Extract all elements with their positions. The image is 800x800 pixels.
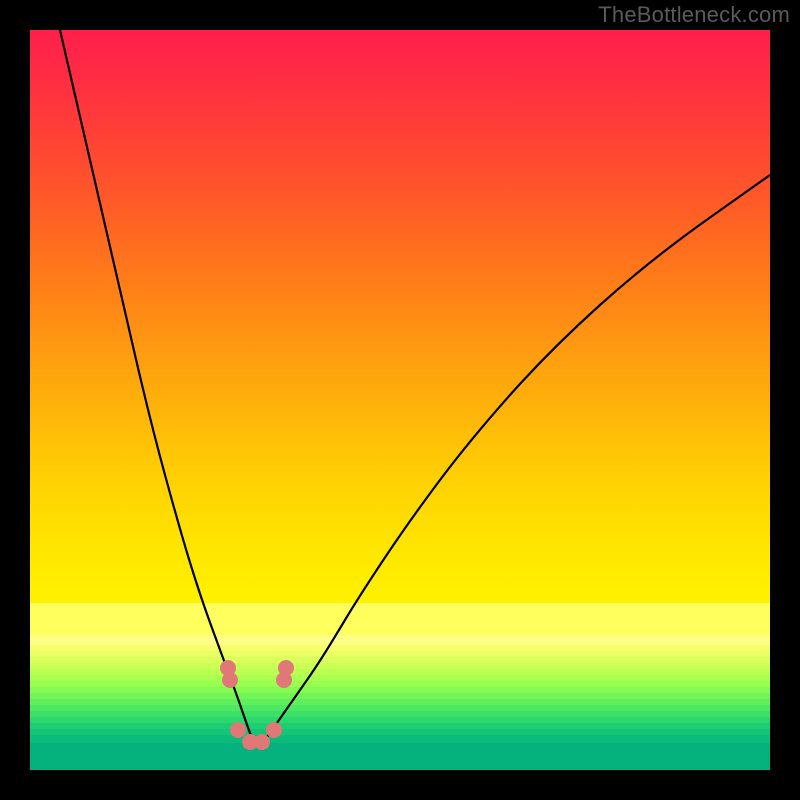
curve-marker (266, 722, 282, 738)
curve-svg (30, 30, 770, 770)
chart-frame: TheBottleneck.com (0, 0, 800, 800)
plot-area (30, 30, 770, 770)
curve-marker (222, 672, 238, 688)
curve-marker (254, 734, 270, 750)
curve-markers (220, 660, 294, 750)
bottleneck-curve (60, 30, 770, 744)
curve-marker (230, 722, 246, 738)
curve-marker (278, 660, 294, 676)
watermark-text: TheBottleneck.com (598, 2, 790, 28)
